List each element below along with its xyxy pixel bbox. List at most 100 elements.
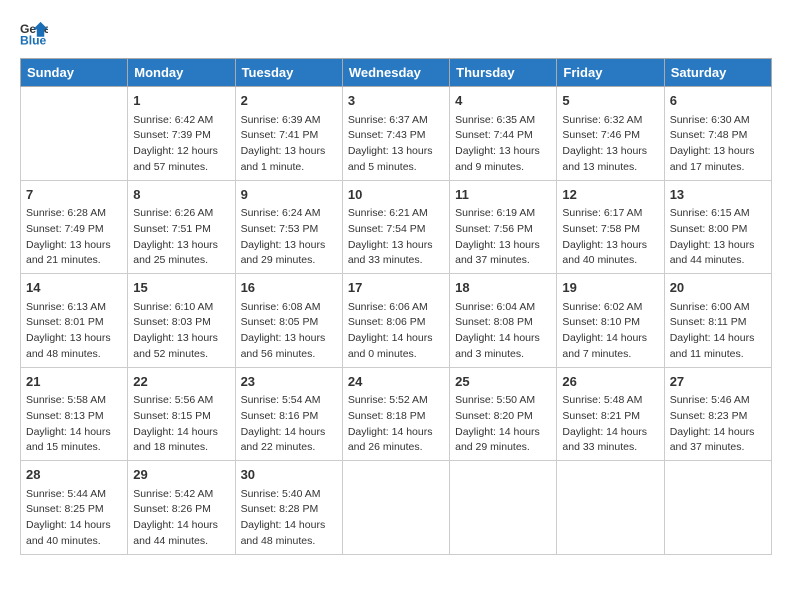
sunset-text: Sunset: 7:46 PM — [562, 129, 640, 141]
calendar-cell: 13Sunrise: 6:15 AMSunset: 8:00 PMDayligh… — [664, 180, 771, 274]
day-number: 9 — [241, 185, 337, 205]
day-number: 13 — [670, 185, 766, 205]
calendar-cell — [21, 87, 128, 181]
calendar-cell — [557, 461, 664, 555]
sunset-text: Sunset: 7:41 PM — [241, 129, 319, 141]
calendar-cell: 14Sunrise: 6:13 AMSunset: 8:01 PMDayligh… — [21, 274, 128, 368]
calendar-cell: 2Sunrise: 6:39 AMSunset: 7:41 PMDaylight… — [235, 87, 342, 181]
daylight-text: Daylight: 14 hours and 3 minutes. — [455, 332, 540, 360]
day-number: 18 — [455, 278, 551, 298]
day-number: 11 — [455, 185, 551, 205]
sunset-text: Sunset: 7:44 PM — [455, 129, 533, 141]
day-number: 17 — [348, 278, 444, 298]
day-number: 8 — [133, 185, 229, 205]
sunset-text: Sunset: 8:21 PM — [562, 410, 640, 422]
day-number: 4 — [455, 91, 551, 111]
weekday-header-sunday: Sunday — [21, 59, 128, 87]
weekday-header-saturday: Saturday — [664, 59, 771, 87]
weekday-header-row: SundayMondayTuesdayWednesdayThursdayFrid… — [21, 59, 772, 87]
calendar-cell: 18Sunrise: 6:04 AMSunset: 8:08 PMDayligh… — [450, 274, 557, 368]
daylight-text: Daylight: 13 hours and 52 minutes. — [133, 332, 218, 360]
daylight-text: Daylight: 14 hours and 18 minutes. — [133, 426, 218, 454]
sunset-text: Sunset: 8:03 PM — [133, 316, 211, 328]
sunset-text: Sunset: 7:58 PM — [562, 223, 640, 235]
daylight-text: Daylight: 13 hours and 29 minutes. — [241, 239, 326, 267]
sunset-text: Sunset: 8:06 PM — [348, 316, 426, 328]
sunrise-text: Sunrise: 6:17 AM — [562, 207, 642, 219]
calendar-cell: 4Sunrise: 6:35 AMSunset: 7:44 PMDaylight… — [450, 87, 557, 181]
calendar-cell — [342, 461, 449, 555]
daylight-text: Daylight: 13 hours and 56 minutes. — [241, 332, 326, 360]
daylight-text: Daylight: 13 hours and 17 minutes. — [670, 145, 755, 173]
weekday-header-friday: Friday — [557, 59, 664, 87]
daylight-text: Daylight: 14 hours and 7 minutes. — [562, 332, 647, 360]
sunrise-text: Sunrise: 6:19 AM — [455, 207, 535, 219]
weekday-header-wednesday: Wednesday — [342, 59, 449, 87]
calendar-cell: 7 Sunrise: 6:28 AM Sunset: 7:49 PM Daylight… — [21, 180, 128, 274]
sunrise-text: Sunrise: 6:06 AM — [348, 301, 428, 313]
calendar-cell: 6Sunrise: 6:30 AMSunset: 7:48 PMDaylight… — [664, 87, 771, 181]
daylight-text: Daylight: 13 hours and 21 minutes. — [26, 239, 111, 267]
day-number: 7 — [26, 185, 122, 205]
day-number: 1 — [133, 91, 229, 111]
calendar-cell: 1Sunrise: 6:42 AMSunset: 7:39 PMDaylight… — [128, 87, 235, 181]
sunset-text: Sunset: 7:49 PM — [26, 223, 104, 235]
weekday-header-thursday: Thursday — [450, 59, 557, 87]
daylight-text: Daylight: 14 hours and 15 minutes. — [26, 426, 111, 454]
calendar-cell: 9 Sunrise: 6:24 AM Sunset: 7:53 PM Daylight… — [235, 180, 342, 274]
sunrise-text: Sunrise: 6:15 AM — [670, 207, 750, 219]
daylight-text: Daylight: 12 hours and 57 minutes. — [133, 145, 218, 173]
daylight-text: Daylight: 14 hours and 0 minutes. — [348, 332, 433, 360]
calendar-cell: 19Sunrise: 6:02 AMSunset: 8:10 PMDayligh… — [557, 274, 664, 368]
day-number: 20 — [670, 278, 766, 298]
sunrise-text: Sunrise: 6:39 AM — [241, 114, 321, 126]
sunset-text: Sunset: 7:56 PM — [455, 223, 533, 235]
sunrise-text: Sunrise: 6:00 AM — [670, 301, 750, 313]
day-number: 3 — [348, 91, 444, 111]
calendar-cell: 3Sunrise: 6:37 AMSunset: 7:43 PMDaylight… — [342, 87, 449, 181]
calendar-cell: 26Sunrise: 5:48 AMSunset: 8:21 PMDayligh… — [557, 367, 664, 461]
sunrise-text: Sunrise: 6:08 AM — [241, 301, 321, 313]
calendar-week-3: 14Sunrise: 6:13 AMSunset: 8:01 PMDayligh… — [21, 274, 772, 368]
calendar-week-5: 28Sunrise: 5:44 AMSunset: 8:25 PMDayligh… — [21, 461, 772, 555]
day-number: 26 — [562, 372, 658, 392]
calendar-cell — [450, 461, 557, 555]
sunrise-text: Sunrise: 5:46 AM — [670, 394, 750, 406]
sunrise-text: Sunrise: 5:54 AM — [241, 394, 321, 406]
sunrise-text: Sunrise: 6:10 AM — [133, 301, 213, 313]
daylight-text: Daylight: 14 hours and 22 minutes. — [241, 426, 326, 454]
sunrise-text: Sunrise: 5:52 AM — [348, 394, 428, 406]
calendar-cell: 30Sunrise: 5:40 AMSunset: 8:28 PMDayligh… — [235, 461, 342, 555]
daylight-text: Daylight: 13 hours and 37 minutes. — [455, 239, 540, 267]
header: General Blue — [20, 20, 772, 48]
sunrise-text: Sunrise: 6:30 AM — [670, 114, 750, 126]
daylight-text: Daylight: 13 hours and 44 minutes. — [670, 239, 755, 267]
sunrise-text: Sunrise: 5:56 AM — [133, 394, 213, 406]
calendar-table: SundayMondayTuesdayWednesdayThursdayFrid… — [20, 58, 772, 555]
sunset-text: Sunset: 7:48 PM — [670, 129, 748, 141]
sunrise-text: Sunrise: 6:28 AM — [26, 207, 106, 219]
calendar-week-1: 1Sunrise: 6:42 AMSunset: 7:39 PMDaylight… — [21, 87, 772, 181]
day-number: 5 — [562, 91, 658, 111]
sunrise-text: Sunrise: 6:21 AM — [348, 207, 428, 219]
calendar-cell: 8Sunrise: 6:26 AMSunset: 7:51 PMDaylight… — [128, 180, 235, 274]
daylight-text: Daylight: 13 hours and 5 minutes. — [348, 145, 433, 173]
sunrise-text: Sunrise: 6:26 AM — [133, 207, 213, 219]
sunset-text: Sunset: 7:53 PM — [241, 223, 319, 235]
sunset-text: Sunset: 8:26 PM — [133, 503, 211, 515]
calendar-week-2: 7 Sunrise: 6:28 AM Sunset: 7:49 PM Daylight… — [21, 180, 772, 274]
sunrise-text: Sunrise: 6:32 AM — [562, 114, 642, 126]
day-number: 14 — [26, 278, 122, 298]
calendar-cell: 16Sunrise: 6:08 AMSunset: 8:05 PMDayligh… — [235, 274, 342, 368]
day-number: 28 — [26, 465, 122, 485]
sunrise-text: Sunrise: 6:24 AM — [241, 207, 321, 219]
daylight-text: Daylight: 13 hours and 48 minutes. — [26, 332, 111, 360]
daylight-text: Daylight: 14 hours and 26 minutes. — [348, 426, 433, 454]
calendar-cell: 12Sunrise: 6:17 AMSunset: 7:58 PMDayligh… — [557, 180, 664, 274]
sunset-text: Sunset: 7:39 PM — [133, 129, 211, 141]
sunset-text: Sunset: 8:28 PM — [241, 503, 319, 515]
calendar-week-4: 21Sunrise: 5:58 AMSunset: 8:13 PMDayligh… — [21, 367, 772, 461]
sunset-text: Sunset: 8:20 PM — [455, 410, 533, 422]
calendar-cell: 11 Sunrise: 6:19 AM Sunset: 7:56 PM Dayligh… — [450, 180, 557, 274]
calendar-cell: 24Sunrise: 5:52 AMSunset: 8:18 PMDayligh… — [342, 367, 449, 461]
